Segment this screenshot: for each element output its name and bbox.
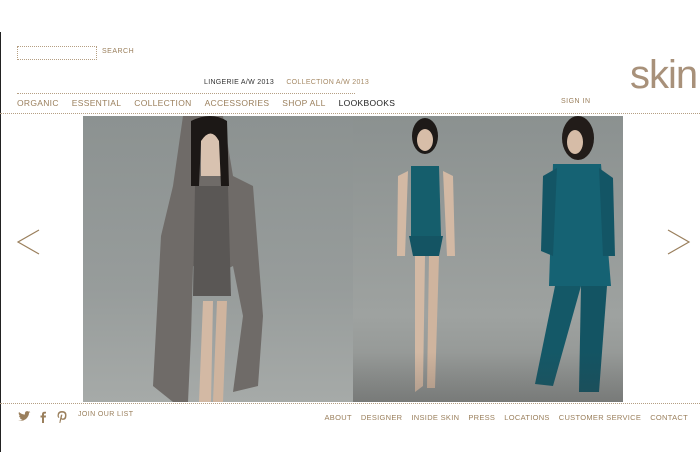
nav-essential[interactable]: ESSENTIAL xyxy=(72,98,121,108)
brand-logo[interactable]: skin xyxy=(630,55,698,95)
facebook-icon[interactable] xyxy=(36,410,50,424)
join-our-list-link[interactable]: JOIN OUR LIST xyxy=(78,411,133,418)
nav-collection[interactable]: COLLECTION xyxy=(134,98,191,108)
social-links xyxy=(17,410,74,424)
nav-shop-all[interactable]: SHOP ALL xyxy=(282,98,325,108)
footer-link-designer[interactable]: DESIGNER xyxy=(361,413,403,422)
chevron-left-icon xyxy=(16,229,40,255)
footer-link-inside-skin[interactable]: INSIDE SKIN xyxy=(411,413,459,422)
nav-accessories[interactable]: ACCESSORIES xyxy=(205,98,270,108)
footer-link-about[interactable]: ABOUT xyxy=(324,413,351,422)
footer-links: ABOUT DESIGNER INSIDE SKIN PRESS LOCATIO… xyxy=(315,413,688,422)
sub-nav-collection[interactable]: COLLECTION A/W 2013 xyxy=(286,79,369,86)
nav-organic[interactable]: ORGANIC xyxy=(17,98,59,108)
carousel-prev-button[interactable] xyxy=(15,228,43,256)
sub-nav: LINGERIE A/W 2013 COLLECTION A/W 2013 xyxy=(204,79,379,86)
lookbook-photo-right xyxy=(353,116,623,402)
chevron-right-icon xyxy=(667,229,691,255)
main-nav: ORGANIC ESSENTIAL COLLECTION ACCESSORIES… xyxy=(17,98,408,108)
sub-nav-lingerie[interactable]: LINGERIE A/W 2013 xyxy=(204,79,274,86)
nav-divider xyxy=(17,93,355,94)
left-edge-line xyxy=(0,32,1,452)
footer-link-press[interactable]: PRESS xyxy=(468,413,495,422)
pinterest-icon[interactable] xyxy=(55,410,69,424)
nav-lookbooks[interactable]: LOOKBOOKS xyxy=(339,98,396,108)
lookbook-photo-left xyxy=(83,116,353,402)
footer-divider xyxy=(0,403,700,404)
footer-link-contact[interactable]: CONTACT xyxy=(650,413,688,422)
search-input[interactable] xyxy=(17,46,97,60)
twitter-icon[interactable] xyxy=(17,410,31,424)
search-button[interactable]: SEARCH xyxy=(102,48,134,55)
header-divider xyxy=(0,113,700,114)
footer-link-customer-service[interactable]: CUSTOMER SERVICE xyxy=(559,413,641,422)
models-in-teal xyxy=(397,116,615,392)
sign-in-link[interactable]: SIGN IN xyxy=(561,98,591,105)
footer-link-locations[interactable]: LOCATIONS xyxy=(504,413,549,422)
model-in-grey-robe xyxy=(153,116,263,402)
carousel-next-button[interactable] xyxy=(664,228,692,256)
